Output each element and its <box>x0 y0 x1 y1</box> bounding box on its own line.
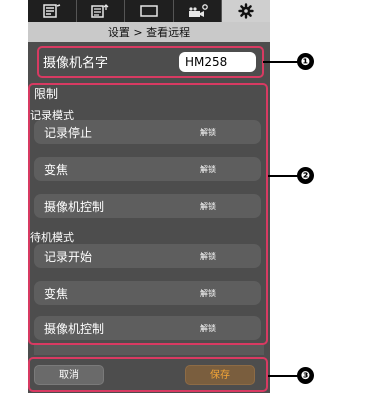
camera-name-label: 摄像机名字 <box>43 56 109 71</box>
list-item-zoom-recording[interactable]: 变焦 解锁 <box>34 157 261 181</box>
callout-line-2 <box>268 175 299 177</box>
list-item-label: 变焦 <box>44 163 69 177</box>
divider <box>34 345 264 355</box>
standby-mode-heading: 待机模式 <box>30 231 74 244</box>
list-item-zoom-standby[interactable]: 变焦 解锁 <box>34 281 261 305</box>
lock-status: 解锁 <box>200 252 216 261</box>
callout-badge-3: ❸ <box>297 367 314 384</box>
tab-monitor[interactable] <box>125 0 174 22</box>
list-item-label: 记录开始 <box>44 250 93 264</box>
list-item-label: 摄像机控制 <box>44 200 105 214</box>
list-item-label: 摄像机控制 <box>44 322 105 336</box>
cancel-button[interactable]: 取消 <box>34 365 104 385</box>
camera-settings-icon <box>188 4 208 17</box>
upload-list-icon <box>91 4 109 18</box>
list-item-record-stop[interactable]: 记录停止 解锁 <box>34 120 261 144</box>
page-title: 设置 > 查看远程 <box>28 22 270 42</box>
lock-status: 解锁 <box>200 289 216 298</box>
camera-name-field[interactable]: HM258 <box>179 52 256 72</box>
lock-status: 解锁 <box>200 324 216 333</box>
callout-badge-1: ❶ <box>297 53 314 70</box>
monitor-icon <box>140 5 158 17</box>
record-list-icon <box>43 4 61 18</box>
callout-line-3 <box>268 375 299 377</box>
phone-screen: 设置 > 查看远程 摄像机名字 HM258 限制 记录模式 记录停止 解锁 变焦… <box>28 0 270 393</box>
tab-record-list[interactable] <box>28 0 77 22</box>
lock-status: 解锁 <box>200 165 216 174</box>
list-item-label: 变焦 <box>44 287 69 301</box>
list-item-camera-control-recording[interactable]: 摄像机控制 解锁 <box>34 194 261 218</box>
gear-icon <box>238 3 254 19</box>
tab-upload-list[interactable] <box>77 0 126 22</box>
lock-status: 解锁 <box>200 202 216 211</box>
lock-status: 解锁 <box>200 128 216 137</box>
tab-camera-settings[interactable] <box>174 0 223 22</box>
restrictions-heading: 限制 <box>34 87 59 101</box>
tab-bar <box>28 0 270 22</box>
tab-settings[interactable] <box>222 0 270 22</box>
callout-badge-2: ❷ <box>297 167 314 184</box>
list-item-label: 记录停止 <box>44 126 93 140</box>
list-item-camera-control-standby[interactable]: 摄像机控制 解锁 <box>34 316 261 340</box>
list-item-record-start[interactable]: 记录开始 解锁 <box>34 244 261 268</box>
callout-line-1 <box>263 61 299 63</box>
save-button[interactable]: 保存 <box>185 365 255 385</box>
